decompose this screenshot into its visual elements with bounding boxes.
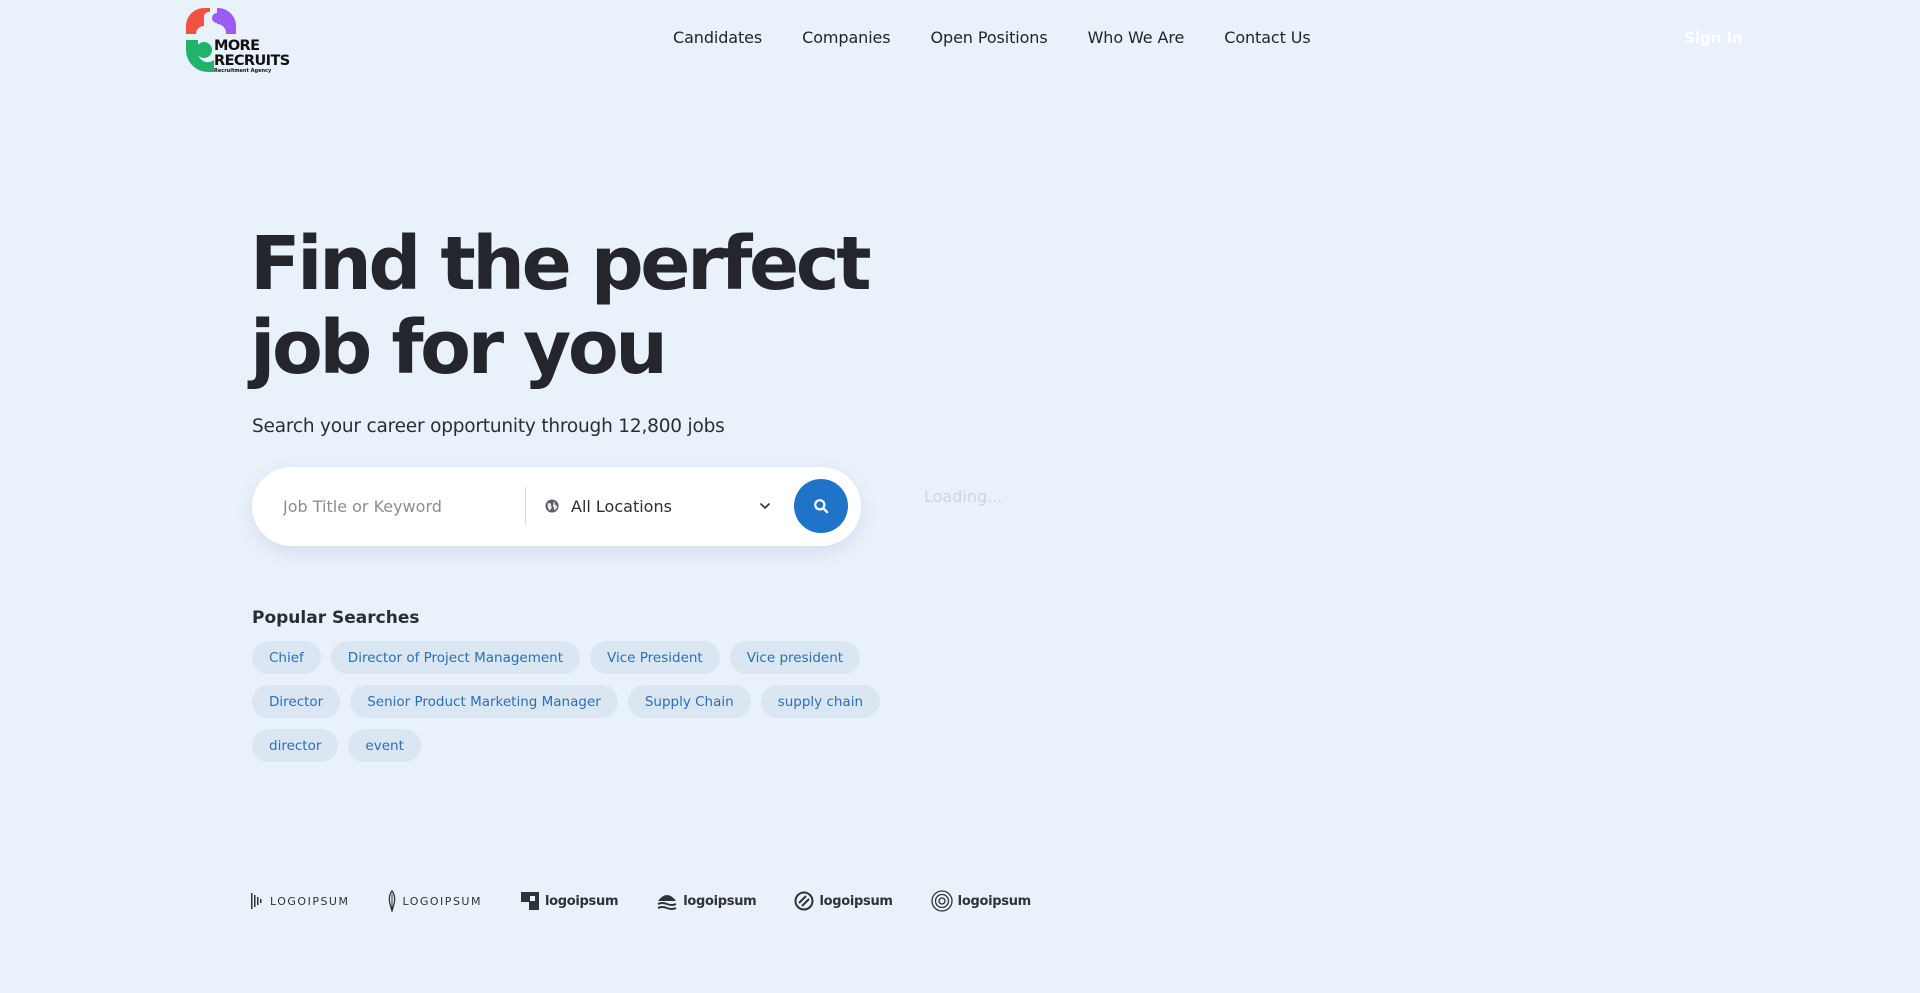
popular-search-tag[interactable]: supply chain bbox=[760, 685, 881, 718]
client-logo-text: LOGOIPSUM bbox=[402, 894, 482, 908]
location-select-value: All Locations bbox=[571, 496, 672, 516]
keyword-search-input[interactable] bbox=[283, 487, 513, 525]
concentric-circle-icon bbox=[931, 890, 953, 912]
nav-item-candidates[interactable]: Candidates bbox=[673, 28, 762, 47]
nav-item-companies[interactable]: Companies bbox=[802, 28, 890, 47]
client-logo-text: logoipsum bbox=[544, 893, 619, 909]
nav-item-who-we-are[interactable]: Who We Are bbox=[1088, 28, 1185, 47]
square-bracket-icon bbox=[520, 892, 539, 910]
soundwave-icon bbox=[251, 893, 262, 909]
popular-search-tag[interactable]: director bbox=[252, 729, 339, 762]
client-logo-text: logoipsum bbox=[819, 893, 893, 909]
client-logo: LOGOIPSUM bbox=[251, 889, 349, 913]
client-logo: LOGOIPSUM bbox=[387, 889, 481, 913]
sign-in-link[interactable]: Sign In bbox=[1684, 29, 1743, 47]
search-icon bbox=[814, 499, 829, 514]
brand-tagline: Recruitment Agency bbox=[214, 68, 272, 74]
brand-name-line1: MORE bbox=[214, 38, 260, 54]
brand-logo[interactable]: MORE RECRUITS Recruitment Agency bbox=[184, 4, 292, 76]
popular-searches-title: Popular Searches bbox=[252, 608, 420, 628]
hero-headline-line2: job for you bbox=[250, 305, 668, 391]
popular-search-tag[interactable]: Chief bbox=[252, 641, 321, 674]
chevron-down-icon bbox=[760, 503, 770, 510]
job-search-bar: All Locations bbox=[252, 467, 861, 546]
tag-row: Chief Director of Project Management Vic… bbox=[252, 641, 872, 674]
client-logo: logoipsum bbox=[794, 889, 893, 913]
client-logo-text: logoipsum bbox=[957, 893, 1032, 909]
nav-item-open-positions[interactable]: Open Positions bbox=[931, 28, 1048, 47]
client-logo-text: logoipsum bbox=[683, 893, 757, 909]
main-nav: Candidates Companies Open Positions Who … bbox=[673, 28, 1351, 47]
hero-headline-line1: Find the perfect bbox=[250, 221, 872, 307]
tag-row: director event bbox=[252, 729, 872, 762]
client-logo-text: LOGOIPSUM bbox=[270, 894, 350, 908]
tag-row: Director Senior Product Marketing Manage… bbox=[252, 685, 881, 718]
client-logo: logoipsum bbox=[931, 889, 1031, 913]
popular-search-tag[interactable]: Director bbox=[252, 685, 341, 718]
popular-search-tag[interactable]: Senior Product Marketing Manager bbox=[350, 685, 618, 718]
location-select[interactable]: All Locations bbox=[545, 487, 771, 525]
popular-search-tag[interactable]: Supply Chain bbox=[627, 685, 751, 718]
hero-subtitle: Search your career opportunity through 1… bbox=[252, 416, 725, 437]
popular-searches-tags: Chief Director of Project Management Vic… bbox=[252, 641, 881, 773]
nav-item-contact-us[interactable]: Contact Us bbox=[1224, 28, 1310, 47]
search-divider bbox=[525, 487, 526, 525]
client-logos: LOGOIPSUM LOGOIPSUM logoipsum logoipsum … bbox=[251, 889, 1069, 913]
hero-headline: Find the perfect job for you bbox=[250, 222, 950, 390]
popular-search-tag[interactable]: Vice President bbox=[590, 641, 720, 674]
client-logo: logoipsum bbox=[520, 889, 619, 913]
brand-name-line2: RECRUITS bbox=[214, 52, 290, 69]
slashed-circle-icon bbox=[794, 891, 814, 911]
popular-search-tag[interactable]: Director of Project Management bbox=[330, 641, 581, 674]
search-button[interactable] bbox=[794, 479, 848, 533]
client-logo: logoipsum bbox=[656, 889, 757, 913]
feather-icon bbox=[389, 890, 396, 912]
popular-search-tag[interactable]: event bbox=[348, 729, 421, 762]
globe-icon bbox=[545, 499, 559, 513]
popular-search-tag[interactable]: Vice president bbox=[729, 641, 861, 674]
layers-icon bbox=[657, 895, 677, 910]
loading-indicator: Loading... bbox=[924, 487, 1003, 506]
